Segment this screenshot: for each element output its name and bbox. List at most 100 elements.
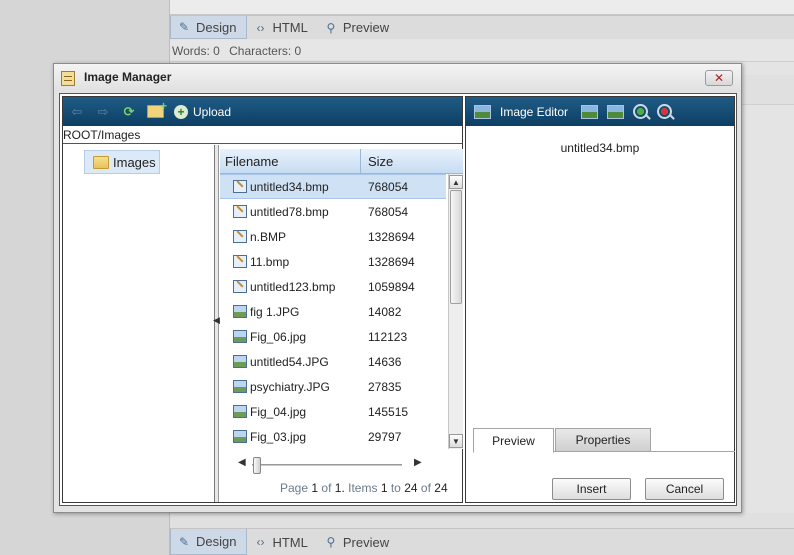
table-row[interactable]: untitled123.bmp 1059894 — [220, 274, 446, 299]
actual-size-icon[interactable] — [607, 104, 625, 119]
slider-right-icon[interactable]: ▶ — [414, 457, 422, 468]
table-row[interactable]: untitled78.bmp 768054 — [220, 199, 446, 224]
size-cell: 29797 — [368, 429, 402, 444]
image-editor-icon — [474, 104, 491, 119]
add-circle-icon: + — [174, 104, 188, 119]
tree-item-images[interactable]: Images — [84, 150, 160, 174]
table-row[interactable]: psychiatry.JPG 27835 — [220, 374, 446, 399]
dialog-title: Image Manager — [84, 70, 172, 84]
filename-cell: 11.bmp — [220, 255, 361, 269]
dialog-titlebar[interactable]: Image Manager ✕ — [54, 64, 741, 92]
filename-cell: fig 1.JPG — [220, 305, 361, 319]
table-row[interactable]: untitled34.bmp 768054 — [220, 174, 446, 199]
tab-preview-pane[interactable]: Preview — [473, 428, 554, 453]
tab-preview[interactable]: ⚲ Preview — [318, 529, 399, 555]
filename-cell: Fig_06.jpg — [220, 330, 361, 344]
pane-splitter[interactable]: ◀ — [213, 145, 220, 502]
image-file-icon — [233, 380, 247, 393]
size-cell: 768054 — [368, 179, 409, 194]
grid-rows: untitled34.bmp 768054 untitled78.bmp 768054… — [220, 174, 446, 449]
table-row[interactable]: 11.bmp 1328694 — [220, 249, 446, 274]
scroll-up-icon[interactable]: ▲ — [449, 175, 463, 189]
size-cell: 1328694 — [368, 254, 415, 269]
filename-cell: untitled78.bmp — [220, 205, 361, 219]
scroll-thumb[interactable] — [450, 190, 462, 304]
tab-html-label: HTML — [272, 20, 308, 35]
tab-html-label: HTML — [272, 534, 308, 550]
tab-properties[interactable]: Properties — [555, 428, 651, 452]
magnifier-icon: ⚲ — [326, 20, 336, 35]
filename-cell: psychiatry.JPG — [220, 380, 361, 394]
tab-preview-label: Preview — [342, 20, 390, 35]
forward-arrow-icon[interactable]: ⇨ — [95, 104, 111, 120]
editor-mode-tabs-top: ✎ Design ‹› HTML ⚲ Preview — [170, 15, 794, 39]
zoom-slider[interactable]: ◀ ▶ — [238, 457, 422, 474]
column-size[interactable]: Size — [361, 149, 446, 173]
slider-track[interactable] — [252, 464, 402, 466]
pager-info: Page 1 of 1. Items 1 to 24 of 24 — [280, 481, 448, 495]
pager-to: 24 — [404, 481, 418, 495]
slider-thumb[interactable] — [253, 457, 261, 474]
pencil-icon: ✎ — [178, 20, 190, 34]
column-filename[interactable]: Filename — [220, 149, 361, 173]
tab-html[interactable]: ‹› HTML — [247, 16, 317, 39]
size-cell: 112123 — [368, 329, 408, 344]
filename-text: untitled34.bmp — [250, 179, 329, 194]
image-editor-panel: Image Editor untitled34.bmp Preview Prop… — [465, 96, 735, 503]
filename-cell: untitled123.bmp — [220, 280, 361, 294]
slider-left-icon[interactable]: ◀ — [238, 457, 246, 468]
zoom-in-icon[interactable] — [633, 104, 649, 119]
table-row[interactable]: untitled54.JPG 14636 — [220, 349, 446, 374]
bitmap-file-icon — [233, 230, 247, 243]
filename-text: fig 1.JPG — [250, 304, 300, 319]
notepad-icon — [61, 71, 75, 86]
path-breadcrumb: ROOT/Images — [63, 126, 462, 144]
tab-preview[interactable]: ⚲ Preview — [318, 16, 399, 39]
cancel-button[interactable]: Cancel — [645, 478, 724, 500]
filename-text: untitled78.bmp — [250, 204, 329, 219]
bitmap-file-icon — [233, 280, 247, 293]
filename-cell: untitled34.bmp — [220, 180, 361, 194]
filename-text: Fig_06.jpg — [250, 329, 307, 344]
pager-of-word-2: of — [420, 481, 431, 495]
tab-design-label: Design — [196, 534, 237, 549]
image-manager-dialog: Image Manager ✕ ⇦ ⇨ ⟳ + Upload ROOT/Imag… — [53, 63, 742, 513]
scroll-down-icon[interactable]: ▼ — [449, 434, 463, 448]
refresh-icon[interactable]: ⟳ — [121, 104, 137, 120]
size-cell: 14636 — [368, 354, 402, 369]
pager-page-word: Page — [280, 481, 309, 495]
upload-button[interactable]: + Upload — [174, 104, 232, 119]
image-file-icon — [233, 430, 247, 443]
size-cell: 768054 — [368, 204, 409, 219]
word-count: Words: 0 — [172, 44, 220, 58]
editor-top-strip — [170, 0, 794, 15]
size-cell: 1059894 — [368, 279, 415, 294]
fit-image-icon[interactable] — [581, 104, 599, 119]
tab-design[interactable]: ✎ Design — [170, 529, 248, 555]
tab-html[interactable]: ‹› HTML — [247, 529, 317, 555]
back-arrow-icon[interactable]: ⇦ — [69, 104, 85, 120]
filename-cell: n.BMP — [220, 230, 361, 244]
grid-header: Filename Size — [220, 149, 463, 174]
table-row[interactable]: Fig_06.jpg 112123 — [220, 324, 446, 349]
insert-button[interactable]: Insert — [552, 478, 631, 500]
table-row[interactable]: Fig_04.jpg 145515 — [220, 399, 446, 424]
table-row[interactable]: Fig_03.jpg 29797 — [220, 424, 446, 449]
selected-image-name: untitled34.bmp — [560, 141, 640, 155]
table-row[interactable]: n.BMP 1328694 — [220, 224, 446, 249]
filename-text: 11.bmp — [250, 254, 290, 269]
close-button[interactable]: ✕ — [705, 70, 733, 86]
image-editor-label[interactable]: Image Editor — [500, 105, 568, 119]
upload-label: Upload — [193, 104, 232, 119]
filename-text: psychiatry.JPG — [250, 379, 330, 394]
collapse-arrow-icon[interactable]: ◀ — [213, 315, 220, 326]
table-row[interactable]: fig 1.JPG 14082 — [220, 299, 446, 324]
image-file-icon — [233, 330, 247, 343]
character-count: Characters: 0 — [229, 44, 302, 58]
tab-design[interactable]: ✎ Design — [170, 16, 248, 39]
new-folder-icon[interactable] — [147, 99, 167, 118]
vertical-scrollbar[interactable]: ▲ ▼ — [448, 174, 463, 449]
zoom-out-icon[interactable] — [657, 104, 673, 119]
filename-text: Fig_04.jpg — [250, 404, 307, 419]
size-cell: 27835 — [368, 379, 402, 394]
